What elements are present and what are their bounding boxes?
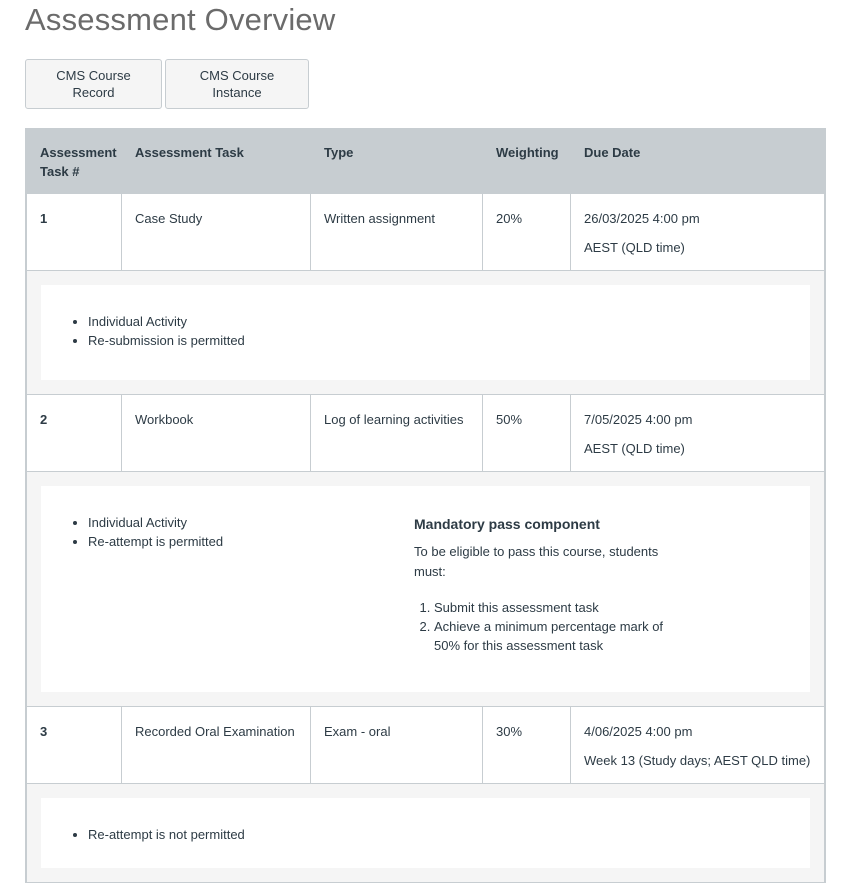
note-item: Individual Activity	[88, 312, 810, 331]
notes-list: Individual Activity Re-submission is per…	[41, 312, 810, 350]
header-task: Assessment Task	[135, 145, 244, 160]
details-panel: Individual Activity Re-submission is per…	[41, 285, 810, 380]
cms-course-record-button[interactable]: CMS Course Record	[25, 59, 162, 109]
task-type: Written assignment	[311, 194, 483, 270]
due-date: 4/06/2025 4:00 pm	[584, 724, 693, 739]
due-timezone: Week 13 (Study days; AEST QLD time)	[584, 753, 811, 768]
task-weighting: 30%	[483, 707, 571, 783]
notes-column: Individual Activity Re-attempt is permit…	[41, 513, 414, 692]
task-details: Individual Activity Re-submission is per…	[27, 271, 824, 395]
mandatory-pass-component: Mandatory pass component To be eligible …	[414, 513, 674, 692]
task-number: 2	[27, 395, 122, 471]
task-due-date: 4/06/2025 4:00 pm Week 13 (Study days; A…	[571, 707, 824, 783]
task-details: Re-attempt is not permitted	[27, 784, 824, 883]
task-name: Workbook	[122, 395, 311, 471]
mandatory-list: Submit this assessment task Achieve a mi…	[414, 598, 674, 655]
table-row: 3 Recorded Oral Examination Exam - oral …	[27, 707, 824, 784]
due-timezone: AEST (QLD time)	[584, 441, 685, 456]
assessment-table: Assessment Task # Assessment Task Type W…	[25, 128, 826, 883]
header-task-number: Assessment Task #	[40, 145, 117, 179]
mandatory-item: Achieve a minimum percentage mark of 50%…	[434, 617, 674, 655]
mandatory-item: Submit this assessment task	[434, 598, 674, 617]
task-number: 3	[27, 707, 122, 783]
header-weighting: Weighting	[496, 145, 559, 160]
due-date: 26/03/2025 4:00 pm	[584, 211, 700, 226]
note-item: Re-attempt is permitted	[88, 532, 414, 551]
due-date: 7/05/2025 4:00 pm	[584, 412, 693, 427]
task-due-date: 26/03/2025 4:00 pm AEST (QLD time)	[571, 194, 824, 270]
task-number: 1	[27, 194, 122, 270]
task-name: Recorded Oral Examination	[122, 707, 311, 783]
button-label-line1: CMS Course	[56, 68, 131, 83]
button-label-line2: Instance	[212, 85, 262, 100]
task-due-date: 7/05/2025 4:00 pm AEST (QLD time)	[571, 395, 824, 471]
header-due-date: Due Date	[584, 145, 641, 160]
details-panel: Individual Activity Re-attempt is permit…	[41, 486, 810, 692]
table-header: Assessment Task # Assessment Task Type W…	[27, 128, 824, 194]
button-label-line1: CMS Course	[199, 68, 275, 83]
course-buttons: CMS Course Record CMS Course Instance	[25, 59, 309, 109]
note-item: Individual Activity	[88, 513, 414, 532]
table-row: 1 Case Study Written assignment 20% 26/0…	[27, 194, 824, 271]
task-name: Case Study	[122, 194, 311, 270]
note-item: Re-attempt is not permitted	[88, 825, 810, 844]
notes-list: Re-attempt is not permitted	[41, 825, 810, 844]
mandatory-title: Mandatory pass component	[414, 516, 600, 532]
button-label-line2: Record	[72, 85, 115, 100]
notes-list: Individual Activity Re-attempt is permit…	[41, 513, 414, 551]
task-type: Exam - oral	[311, 707, 483, 783]
cms-course-instance-button[interactable]: CMS Course Instance	[165, 59, 309, 109]
task-type: Log of learning activities	[311, 395, 483, 471]
task-details: Individual Activity Re-attempt is permit…	[27, 472, 824, 707]
table-row: 2 Workbook Log of learning activities 50…	[27, 395, 824, 472]
header-type: Type	[324, 145, 354, 160]
task-weighting: 50%	[483, 395, 571, 471]
mandatory-text: To be eligible to pass this course, stud…	[414, 544, 659, 579]
note-item: Re-submission is permitted	[88, 331, 810, 350]
page-title: Assessment Overview	[25, 2, 336, 37]
due-timezone: AEST (QLD time)	[584, 240, 685, 255]
task-weighting: 20%	[483, 194, 571, 270]
